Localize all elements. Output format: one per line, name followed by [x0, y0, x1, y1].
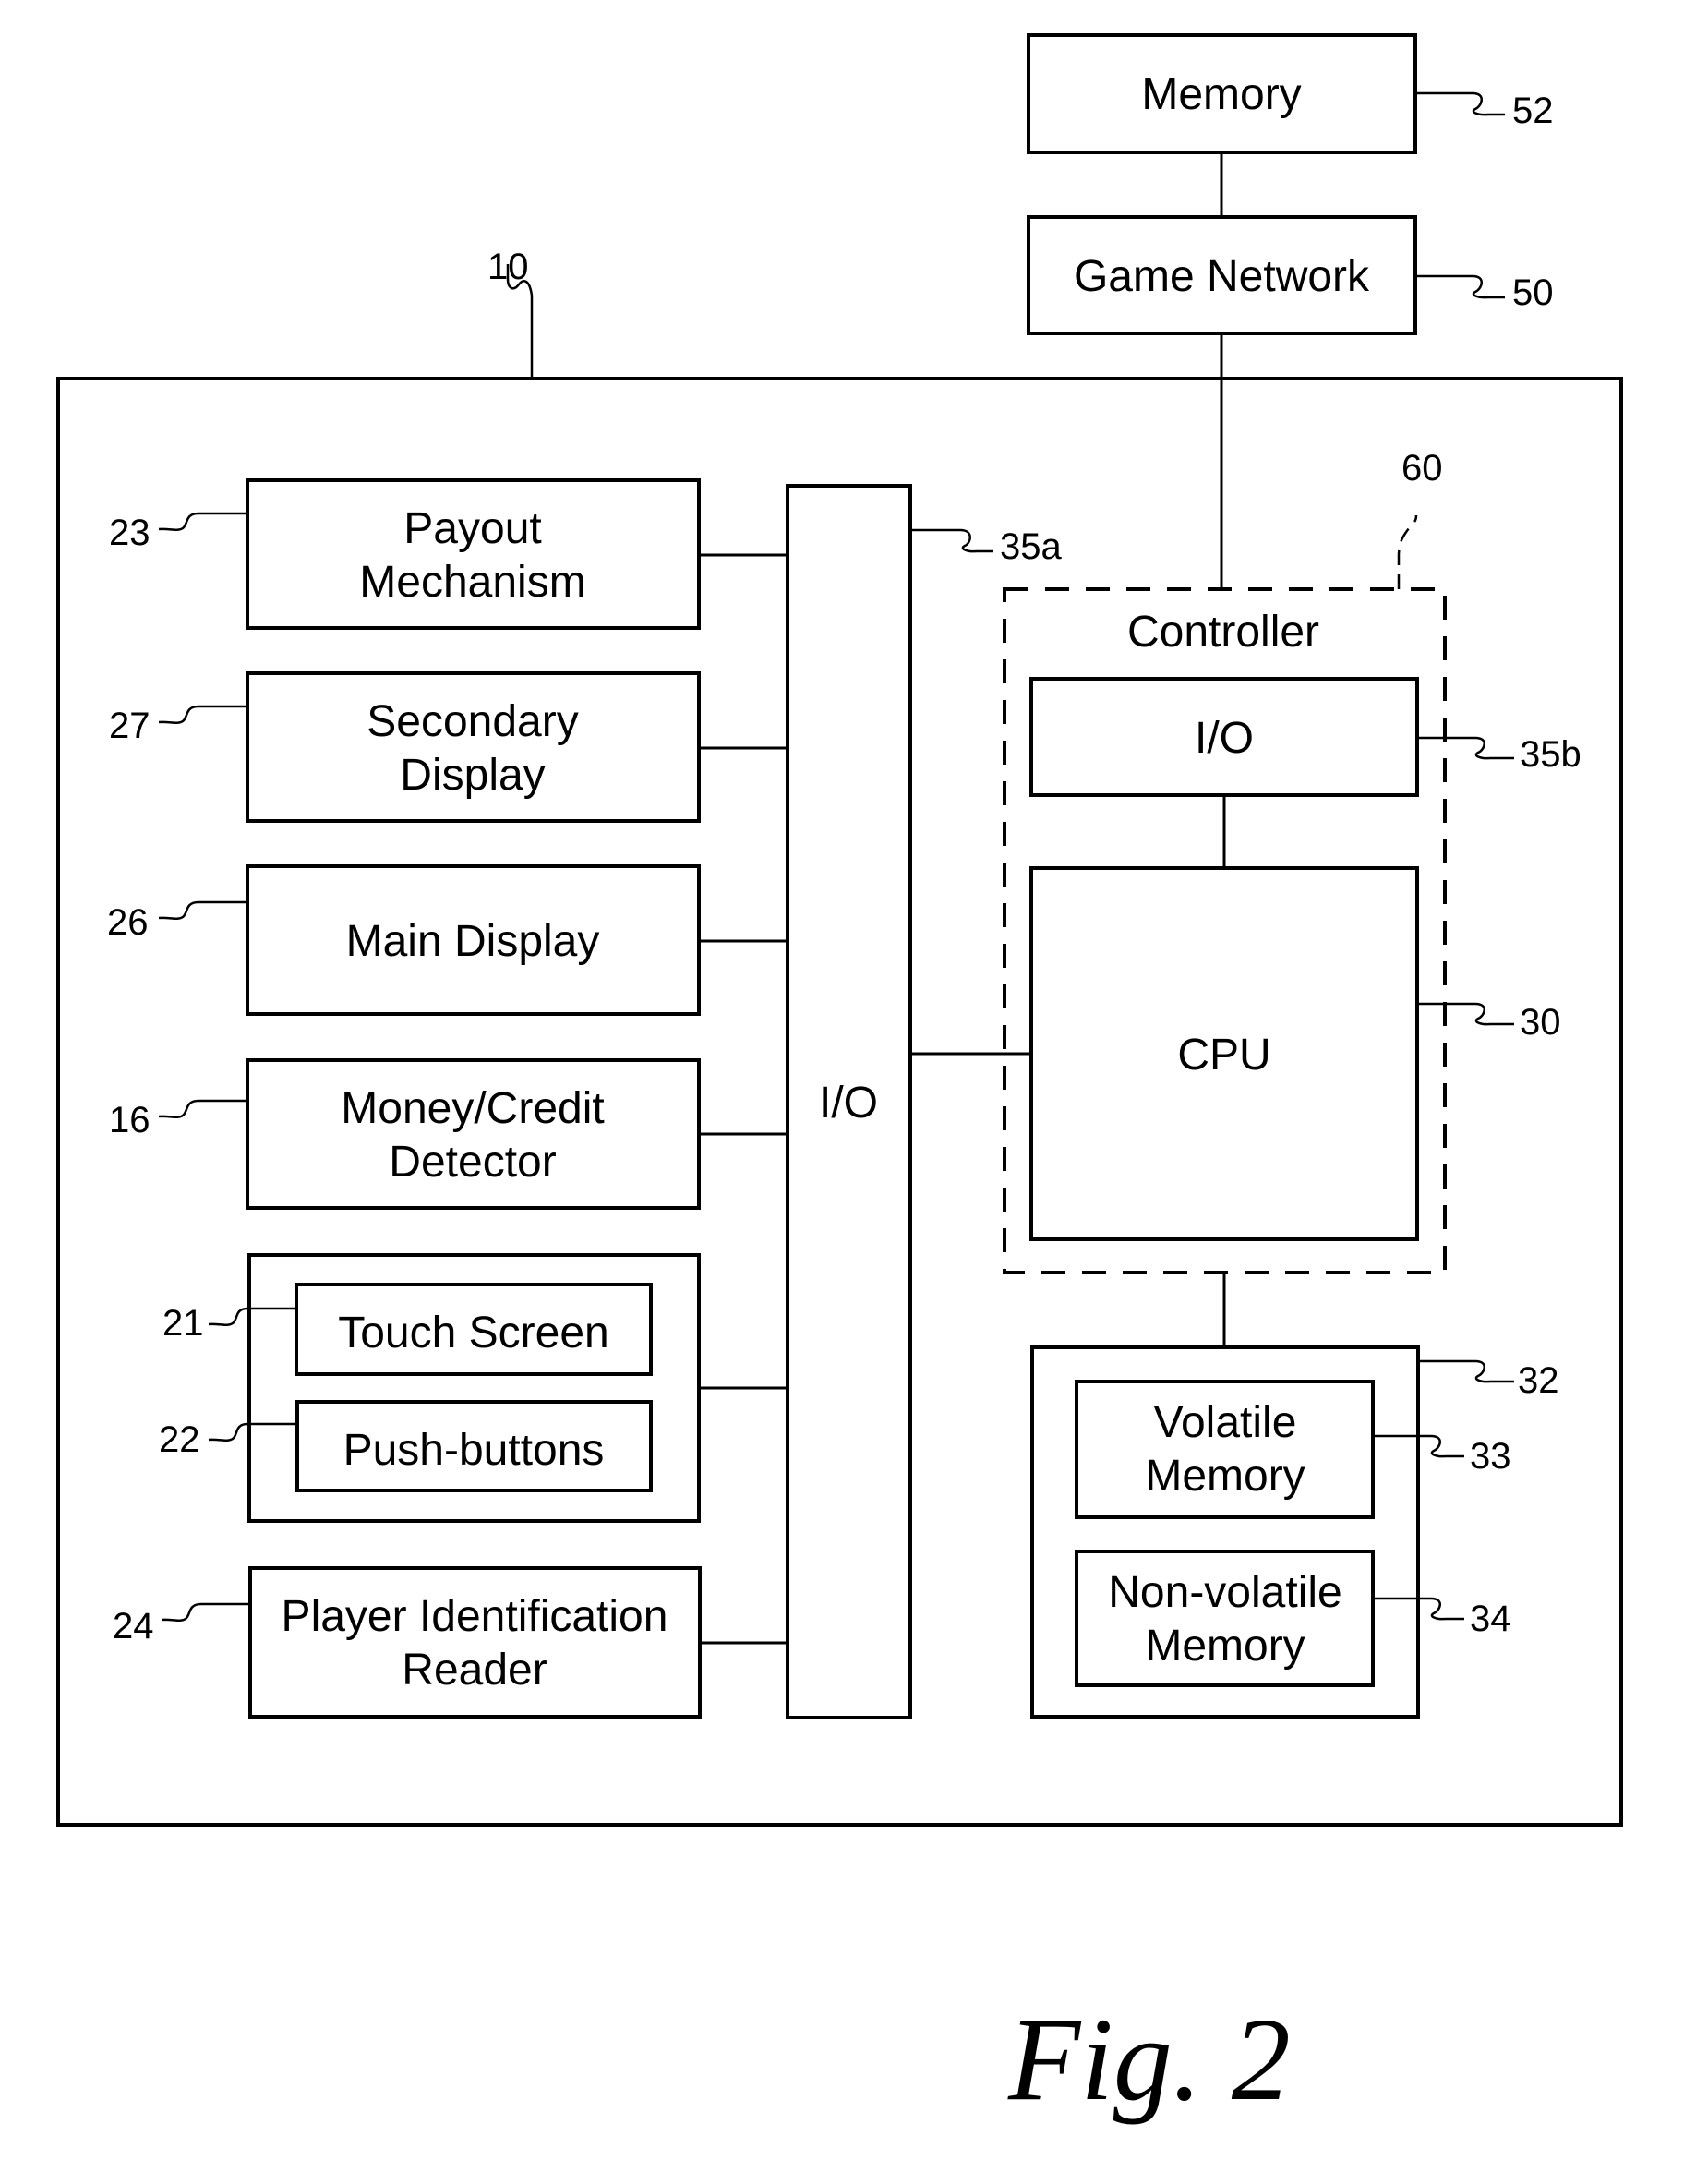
ref-35b: 35b: [1520, 734, 1582, 775]
external-memory-label: Memory: [1141, 70, 1301, 119]
money-credit-detector-block: Money/Credit Detector 16: [109, 1058, 788, 1210]
ref-60: 60: [1401, 448, 1443, 489]
payout-label-line2: Mechanism: [359, 558, 585, 607]
secondary-display-block: Secondary Display 27: [109, 671, 788, 823]
controller-block: Controller 60 I/O 35b CPU 30: [1003, 448, 1582, 1274]
ref-10: 10: [487, 247, 529, 287]
push-buttons-label: Push-buttons: [343, 1426, 605, 1475]
main-display-block: Main Display 26: [107, 864, 788, 1016]
ref-21: 21: [162, 1303, 204, 1344]
game-network-block: Game Network 50: [1027, 215, 1554, 335]
payout-mechanism-block: Payout Mechanism 23: [109, 478, 788, 630]
input-group-block: Touch Screen 21 Push-buttons 22: [159, 1253, 788, 1523]
player-id-label-line2: Reader: [402, 1646, 547, 1695]
io-bus-label: I/O: [819, 1079, 878, 1128]
memory-unit-block: 32 Volatile Memory 33 Non-volatile Memor…: [1030, 1345, 1559, 1719]
nonvolatile-label-line2: Memory: [1145, 1622, 1305, 1671]
ref-32: 32: [1518, 1360, 1559, 1401]
ref-24: 24: [113, 1606, 154, 1647]
controller-io-block: I/O 35b: [1029, 677, 1582, 797]
ref-34: 34: [1470, 1599, 1511, 1639]
ref-16: 16: [109, 1100, 150, 1140]
ref-27: 27: [109, 706, 150, 746]
controller-label: Controller: [1127, 608, 1319, 657]
game-network-label: Game Network: [1074, 252, 1370, 301]
touch-screen-block: Touch Screen 21: [162, 1283, 653, 1376]
external-memory-block: Memory 52: [1027, 33, 1554, 154]
cpu-label: CPU: [1177, 1031, 1270, 1080]
touch-screen-label: Touch Screen: [338, 1309, 609, 1358]
main-display-label: Main Display: [346, 917, 600, 966]
ref-23: 23: [109, 513, 150, 553]
ref-26: 26: [107, 902, 149, 943]
cpu-block: CPU 30: [1029, 866, 1561, 1241]
block-diagram: Memory 52 Game Network 50 10 I/O 35a Pay…: [56, 33, 1623, 2125]
ref-35a: 35a: [1000, 526, 1062, 567]
money-label-line2: Detector: [389, 1138, 556, 1187]
player-id-reader-block: Player Identification Reader 24: [113, 1566, 788, 1719]
secondary-label-line2: Display: [400, 751, 545, 800]
secondary-label-line1: Secondary: [367, 697, 578, 746]
io-bus-block: I/O 35a: [786, 484, 1062, 1720]
push-buttons-block: Push-buttons 22: [159, 1400, 653, 1492]
nonvolatile-memory-block: Non-volatile Memory 34: [1075, 1550, 1511, 1687]
ref-30: 30: [1520, 1002, 1561, 1043]
ref-33: 33: [1470, 1436, 1511, 1477]
volatile-label-line2: Memory: [1145, 1452, 1305, 1501]
ref-50: 50: [1512, 272, 1554, 313]
figure-caption: Fig. 2: [1007, 1994, 1291, 2125]
ref-22: 22: [159, 1419, 200, 1460]
payout-label-line1: Payout: [403, 504, 541, 553]
money-label-line1: Money/Credit: [341, 1084, 604, 1133]
volatile-memory-block: Volatile Memory 33: [1075, 1380, 1511, 1519]
ref-52: 52: [1512, 90, 1554, 131]
nonvolatile-label-line1: Non-volatile: [1108, 1568, 1341, 1617]
controller-io-label: I/O: [1195, 714, 1254, 763]
volatile-label-line1: Volatile: [1154, 1398, 1297, 1447]
player-id-label-line1: Player Identification: [282, 1592, 668, 1641]
